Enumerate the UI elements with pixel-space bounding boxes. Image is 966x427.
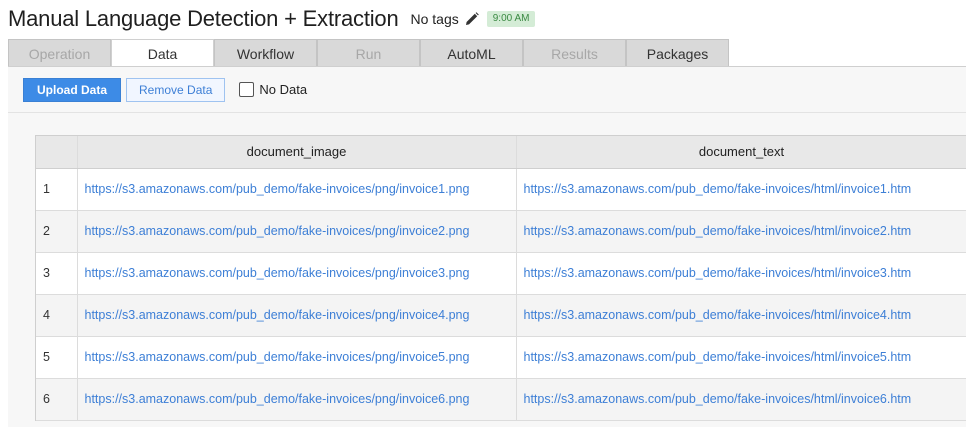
row-index: 6 xyxy=(36,378,78,421)
document-image-link[interactable]: https://s3.amazonaws.com/pub_demo/fake-i… xyxy=(85,182,470,196)
tab-bar: Operation Data Workflow Run AutoML Resul… xyxy=(8,39,729,67)
table-row[interactable]: 2 https://s3.amazonaws.com/pub_demo/fake… xyxy=(36,210,966,253)
document-image-link[interactable]: https://s3.amazonaws.com/pub_demo/fake-i… xyxy=(85,392,470,406)
tab-label: AutoML xyxy=(447,45,496,62)
document-text-link[interactable]: https://s3.amazonaws.com/pub_demo/fake-i… xyxy=(524,308,912,322)
table-row[interactable]: 6 https://s3.amazonaws.com/pub_demo/fake… xyxy=(36,378,966,421)
document-text-link[interactable]: https://s3.amazonaws.com/pub_demo/fake-i… xyxy=(524,266,912,280)
no-data-label: No Data xyxy=(259,82,308,97)
tab-run[interactable]: Run xyxy=(317,39,420,67)
table-row[interactable]: 3 https://s3.amazonaws.com/pub_demo/fake… xyxy=(36,252,966,295)
data-toolbar: Upload Data Remove Data No Data xyxy=(8,67,966,113)
tab-label: Packages xyxy=(646,45,709,62)
time-badge: 9:00 AM xyxy=(486,11,536,27)
tags-area[interactable]: No tags xyxy=(411,11,479,27)
no-data-checkbox[interactable] xyxy=(239,82,255,97)
data-table: document_image document_text 1 https://s… xyxy=(36,136,966,421)
document-text-link[interactable]: https://s3.amazonaws.com/pub_demo/fake-i… xyxy=(524,392,912,406)
data-content: document_image document_text 1 https://s… xyxy=(8,113,966,427)
table-row[interactable]: 5 https://s3.amazonaws.com/pub_demo/fake… xyxy=(36,336,966,379)
data-grid: document_image document_text 1 https://s… xyxy=(35,135,966,421)
row-index: 4 xyxy=(36,294,78,337)
table-row[interactable]: 4 https://s3.amazonaws.com/pub_demo/fake… xyxy=(36,294,966,337)
document-text-link[interactable]: https://s3.amazonaws.com/pub_demo/fake-i… xyxy=(524,182,912,196)
column-header-index[interactable] xyxy=(36,136,78,169)
tags-label: No tags xyxy=(410,11,459,27)
document-image-link[interactable]: https://s3.amazonaws.com/pub_demo/fake-i… xyxy=(85,308,470,322)
tab-label: Run xyxy=(355,45,382,62)
tab-label: Data xyxy=(147,45,178,62)
document-image-link[interactable]: https://s3.amazonaws.com/pub_demo/fake-i… xyxy=(85,266,470,280)
remove-data-button[interactable]: Remove Data xyxy=(126,77,226,102)
tab-label: Workflow xyxy=(236,45,295,62)
row-index: 5 xyxy=(36,336,78,379)
tab-data[interactable]: Data xyxy=(111,39,214,67)
table-row[interactable]: 1 https://s3.amazonaws.com/pub_demo/fake… xyxy=(36,168,966,211)
page-title: Manual Language Detection + Extraction xyxy=(8,6,399,31)
row-index: 1 xyxy=(36,168,78,211)
pencil-icon[interactable] xyxy=(465,12,479,26)
tab-automl[interactable]: AutoML xyxy=(420,39,523,67)
document-text-link[interactable]: https://s3.amazonaws.com/pub_demo/fake-i… xyxy=(524,224,912,238)
header-row: document_image document_text xyxy=(36,136,966,169)
no-data-toggle[interactable]: No Data xyxy=(239,82,307,97)
tab-results[interactable]: Results xyxy=(523,39,626,67)
column-header-document-text[interactable]: document_text xyxy=(516,136,966,169)
tab-operation[interactable]: Operation xyxy=(8,39,111,67)
tab-label: Results xyxy=(551,45,598,62)
tab-workflow[interactable]: Workflow xyxy=(214,39,317,67)
tab-packages[interactable]: Packages xyxy=(626,39,729,67)
document-image-link[interactable]: https://s3.amazonaws.com/pub_demo/fake-i… xyxy=(85,350,470,364)
column-header-document-image[interactable]: document_image xyxy=(77,136,517,169)
tab-label: Operation xyxy=(28,45,91,62)
document-image-link[interactable]: https://s3.amazonaws.com/pub_demo/fake-i… xyxy=(85,224,470,238)
document-text-link[interactable]: https://s3.amazonaws.com/pub_demo/fake-i… xyxy=(524,350,912,364)
row-index: 2 xyxy=(36,210,78,253)
upload-data-button[interactable]: Upload Data xyxy=(23,77,122,102)
page-header: Manual Language Detection + Extraction N… xyxy=(0,0,966,38)
row-index: 3 xyxy=(36,252,78,295)
